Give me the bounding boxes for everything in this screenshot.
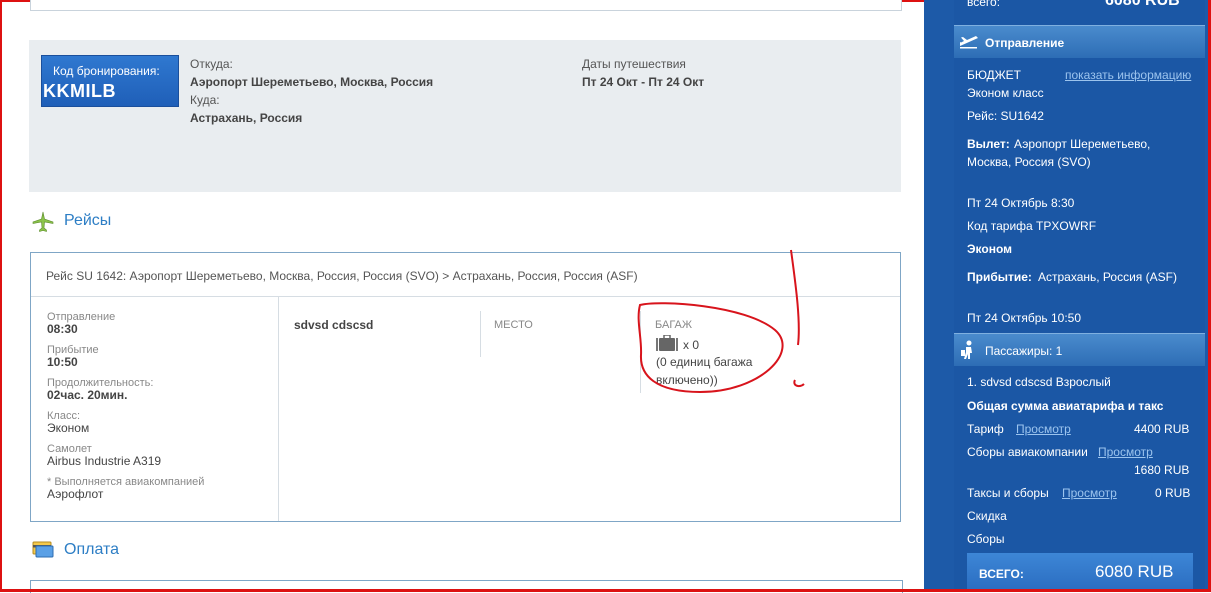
from-value: Аэропорт Шереметьево, Москва, Россия	[190, 75, 434, 89]
show-info-link[interactable]: показать информацию	[1065, 68, 1191, 82]
aircraft-value: Airbus Industrie A319	[47, 454, 162, 468]
passenger-name: sdvsd cdscsd	[294, 318, 374, 332]
previous-panel-bottom	[30, 0, 902, 11]
fare-code: Код тарифа TPXOWRF	[967, 219, 1097, 233]
taxes-amount: 0 RUB	[1155, 486, 1191, 500]
passengers-header-text: Пассажиры: 1	[985, 344, 1063, 358]
departure-plane-icon	[960, 36, 978, 49]
from-label: Откуда:	[190, 57, 233, 71]
booking-code-value: KKMILB	[43, 81, 116, 101]
duration-value: 02час. 20мин.	[47, 388, 128, 402]
fees-label: Сборы	[967, 532, 1005, 546]
booking-code-box: Код бронирования: KKMILB	[41, 55, 179, 107]
seat-divider	[480, 311, 481, 357]
taxes-label: Таксы и сборы	[967, 486, 1049, 500]
flight-details-box: Рейс SU 1642: Аэропорт Шереметьево, Моск…	[30, 252, 901, 522]
baggage-note-line1: (0 единиц багажа	[656, 355, 753, 369]
departure-airport-line1: Аэропорт Шереметьево,	[1014, 137, 1151, 151]
baggage-count: x 0	[683, 338, 700, 352]
column-divider	[278, 296, 279, 521]
to-label: Куда:	[190, 93, 220, 107]
baggage-divider	[640, 311, 641, 393]
departure-header: Отправление	[954, 25, 1205, 58]
fare-family: БЮДЖЕТ	[967, 68, 1022, 82]
departure-header-text: Отправление	[985, 36, 1065, 50]
grand-total-label: ВСЕГО:	[979, 567, 1024, 581]
booking-code-label: Код бронирования:	[53, 64, 160, 78]
fare-total-heading: Общая сумма авиатарифа и такс	[967, 399, 1164, 413]
fare-class: Эконом	[967, 242, 1013, 256]
grand-total-amount: 6080 RUB	[1095, 562, 1174, 581]
arrival-label-sidebar: Прибытие:	[967, 270, 1032, 284]
discount-label: Скидка	[967, 509, 1007, 523]
departure-airport-line2: Москва, Россия (SVO)	[967, 155, 1091, 169]
dates-label: Даты путешествия	[582, 57, 686, 71]
baggage-note-line2: включено))	[656, 373, 718, 387]
class-value: Эконом	[47, 421, 90, 435]
sidebar-top-total-label: всего:	[967, 0, 1001, 9]
tariff-amount: 4400 RUB	[1134, 422, 1190, 436]
taxes-view-link[interactable]: Просмотр	[1062, 486, 1117, 500]
baggage-icon	[656, 335, 678, 351]
sidebar-top-total-amount: 6080 RUB	[1105, 0, 1180, 9]
arrival-time: 10:50	[47, 355, 78, 369]
passenger-icon	[961, 340, 972, 359]
flight-number: Рейс: SU1642	[967, 109, 1044, 123]
plane-icon	[32, 211, 54, 232]
arrival-place: Астрахань, Россия (ASF)	[1038, 270, 1177, 284]
arrival-datetime: Пт 24 Октябрь 10:50	[967, 311, 1082, 325]
passenger-line: 1. sdvsd cdscsd Взрослый	[967, 375, 1111, 389]
payment-card-icon	[32, 541, 54, 558]
tariff-view-link[interactable]: Просмотр	[1016, 422, 1071, 436]
to-value: Астрахань, Россия	[190, 111, 303, 125]
airline-fees-label: Сборы авиакомпании	[967, 445, 1088, 459]
departure-time: 08:30	[47, 322, 78, 336]
flight-header: Рейс SU 1642: Аэропорт Шереметьево, Моск…	[31, 253, 900, 297]
dates-value: Пт 24 Окт - Пт 24 Окт	[582, 75, 705, 89]
operated-by-value: Аэрофлот	[47, 487, 104, 501]
payment-section-title: Оплата	[64, 541, 120, 558]
seat-label: МЕСТО	[494, 319, 533, 331]
airline-fees-amount: 1680 RUB	[1134, 463, 1190, 477]
airline-fees-view-link[interactable]: Просмотр	[1098, 445, 1153, 459]
tariff-label: Тариф	[967, 422, 1004, 436]
passengers-header: Пассажиры: 1	[954, 333, 1205, 366]
cabin-class: Эконом класс	[967, 86, 1044, 100]
red-frame-left	[0, 0, 2, 592]
baggage-label: БАГАЖ	[655, 319, 693, 331]
departure-label-sidebar: Вылет:	[967, 137, 1010, 151]
grand-total-bar: ВСЕГО: 6080 RUB	[967, 553, 1193, 592]
flights-section-title: Рейсы	[64, 212, 112, 229]
flight-header-text: Рейс SU 1642: Аэропорт Шереметьево, Моск…	[46, 269, 638, 283]
departure-datetime: Пт 24 Октябрь 8:30	[967, 196, 1075, 210]
booking-summary-panel: Код бронирования: KKMILB Откуда: Аэропор…	[29, 40, 901, 192]
